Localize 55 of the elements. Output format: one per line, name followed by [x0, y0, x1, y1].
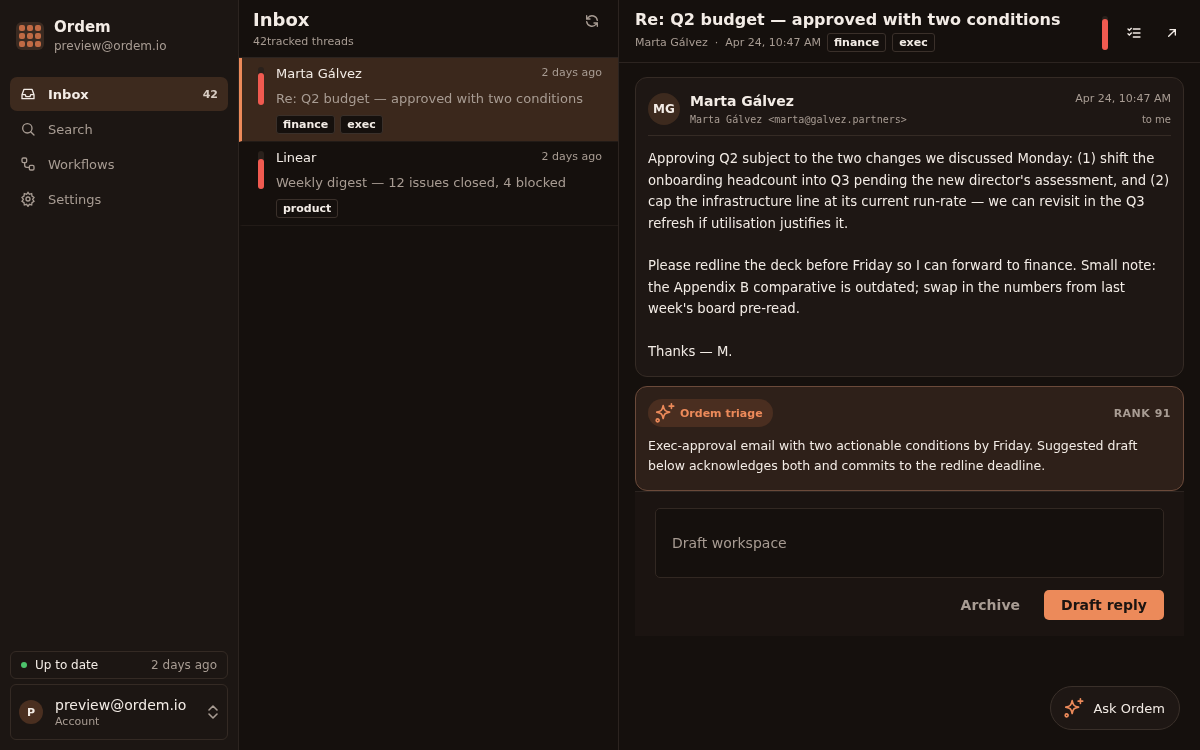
sync-label: Up to date: [35, 658, 99, 672]
email-subject: Re: Q2 budget — approved with two conditions: [635, 10, 1061, 29]
thread-subject: Weekly digest — 12 issues closed, 4 blocked: [276, 175, 567, 190]
nav-item[interactable]: Search: [10, 112, 228, 146]
sparkle-icon: [1063, 697, 1086, 719]
ask-assistant-button[interactable]: Ask Ordem: [1050, 686, 1180, 730]
app-name: Ordem: [54, 18, 112, 36]
settings-icon: [20, 191, 36, 207]
account-switcher[interactable]: P preview@ordem.io Account: [10, 684, 228, 740]
thread-time: 2 days ago: [541, 150, 602, 165]
email-date: Apr 24, 10:47 AM: [725, 36, 821, 49]
rank-label: RANK 91: [1113, 406, 1171, 420]
thread-time: 2 days ago: [541, 66, 602, 81]
triage-summary: Exec-approval email with two actionable conditions by Friday. Suggested draft below acknowledges both and commits to the redline deadline.: [648, 437, 1139, 475]
thread-item[interactable]: Marta Gálvez 2 days ago Re: Q2 budget — approved with two conditions finance exec: [239, 58, 618, 142]
tag: finance: [276, 115, 336, 134]
account-avatar: P: [19, 700, 43, 724]
recipient-label: to me: [1140, 114, 1171, 125]
archive-button[interactable]: Archive: [960, 590, 1020, 620]
draft-reply-button[interactable]: Draft reply: [1044, 590, 1164, 620]
sender-name: Marta Gálvez: [690, 92, 795, 109]
tag: exec: [340, 115, 383, 134]
workflow-icon: [20, 156, 36, 172]
tag: product: [276, 199, 339, 218]
draft-field[interactable]: Draft workspace: [655, 508, 1164, 578]
sender-address: Marta Gálvez <marta@galvez.partners>: [690, 113, 907, 125]
nav-item[interactable]: Settings: [10, 182, 228, 216]
list-title: Inbox: [253, 9, 311, 30]
triage-badge: Ordem triage: [648, 399, 773, 427]
account-label: Account: [55, 714, 101, 728]
app-logo: [16, 21, 44, 50]
sync-time: 2 days ago: [151, 658, 217, 672]
meta-separator: ·: [714, 36, 719, 49]
message-date: Apr 24, 10:47 AM: [1075, 92, 1171, 105]
sparkle-icon: [654, 402, 676, 424]
message-paragraph: Thanks — M.: [648, 342, 734, 361]
tag: finance: [826, 33, 887, 52]
workspace-email: preview@ordem.io: [54, 39, 167, 53]
email-sender: Marta Gálvez: [635, 36, 708, 49]
thread-count: 42tracked threads: [253, 35, 354, 48]
status-dot: [21, 662, 27, 668]
thread-subject: Re: Q2 budget — approved with two conditions: [276, 91, 584, 106]
message-paragraph: Please redline the deck before Friday so I can forward to finance. Small note: the Appendix B comparative is outdated; swap in the numbers from last week's board pre-read.: [648, 257, 1157, 318]
thread-sender: Linear: [276, 150, 317, 165]
thread-sender: Marta Gálvez: [276, 66, 362, 81]
thread-item[interactable]: Linear 2 days ago Weekly digest — 12 issues closed, 4 blocked product: [239, 142, 618, 226]
sender-avatar: MG: [648, 92, 680, 125]
message-paragraph: Approving Q2 subject to the two changes we discussed Monday: (1) shift the onboarding headcount into Q3 pending the new director's assessment, and (2) cap the infrastructure line at its current run-rate — we can revisit in the Q3 refresh if utilisation justifies it.: [648, 150, 1171, 233]
nav-item[interactable]: Workflows: [10, 147, 228, 181]
tag: exec: [892, 33, 935, 52]
search-icon: [20, 121, 36, 137]
chevron-updown-icon: [207, 704, 219, 720]
nav-item[interactable]: Inbox 42: [10, 77, 228, 111]
account-email: preview@ordem.io: [55, 696, 187, 713]
inbox-icon: [20, 86, 36, 102]
